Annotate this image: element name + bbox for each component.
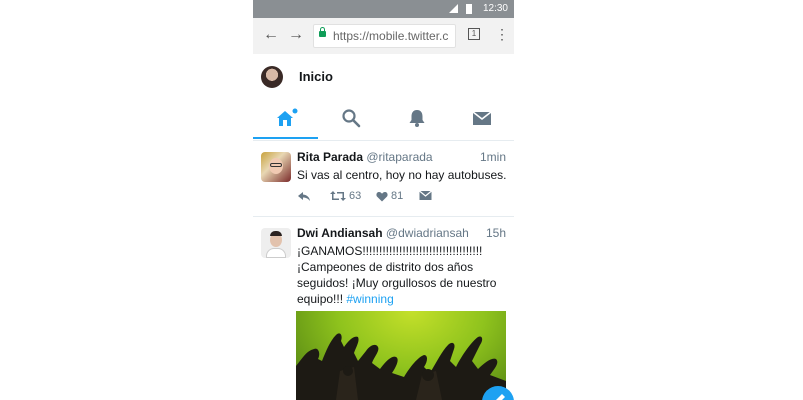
url-text[interactable]: https://mobile.twitter.c (333, 29, 453, 43)
like-count: 81 (391, 190, 404, 202)
tweet-photo[interactable] (296, 311, 506, 400)
lock-icon (319, 27, 326, 37)
retweet-count: 63 (349, 190, 362, 202)
hashtag-link[interactable]: #winning (346, 292, 393, 306)
reply-icon (298, 192, 310, 201)
tab-search[interactable] (318, 100, 383, 139)
search-icon (342, 109, 361, 128)
direct-message-button[interactable] (419, 190, 432, 201)
tweet-time: 15h (485, 226, 506, 240)
compose-icon (496, 394, 505, 400)
home-icon (277, 108, 298, 126)
tweet-avatar[interactable] (261, 152, 291, 182)
profile-avatar[interactable] (261, 66, 283, 88)
status-time: 12:30 (482, 3, 508, 14)
reply-button[interactable] (297, 190, 311, 202)
back-arrow-icon[interactable]: ← (263, 26, 279, 44)
tab-home[interactable] (253, 100, 318, 139)
tweet-text: Si vas al centro, hoy no hay autobuses. (297, 168, 507, 182)
tab-messages[interactable] (449, 100, 514, 139)
tab-switcher-button[interactable]: 1 (468, 28, 480, 40)
battery-icon (466, 4, 472, 14)
address-bar[interactable]: https://mobile.twitter.c (313, 24, 456, 48)
tweet-handle[interactable]: @dwiadriansah (386, 226, 469, 240)
status-bar: 12:30 (253, 0, 514, 18)
like-button[interactable]: 81 (376, 190, 403, 202)
tab-notifications[interactable] (383, 100, 448, 139)
mail-icon (472, 111, 492, 125)
browser-toolbar: ← → https://mobile.twitter.c 1 ⋮ (253, 18, 514, 54)
forward-arrow-icon[interactable]: → (288, 26, 304, 44)
retweet-button[interactable]: 63 (330, 190, 361, 202)
page-title: Inicio (299, 69, 333, 84)
bell-icon (409, 110, 425, 127)
tweet-author[interactable]: Dwi Andiansah @dwiadriansah (297, 226, 469, 240)
heart-icon (376, 191, 388, 201)
nav-tabs (253, 100, 514, 141)
tweet-text: ¡GANAMOS!!!!!!!!!!!!!!!!!!!!!!!!!!!!!!!!… (297, 244, 497, 306)
tweet-avatar[interactable] (261, 228, 291, 258)
more-menu-icon[interactable]: ⋮ (495, 26, 509, 42)
phone-screen: 12:30 ← → https://mobile.twitter.c 1 ⋮ I… (253, 0, 514, 400)
tweet-time: 1min (479, 150, 506, 164)
retweet-icon (330, 191, 346, 201)
compose-tweet-button[interactable] (482, 386, 514, 400)
signal-icon (449, 4, 458, 13)
tweet-handle[interactable]: @ritaparada (366, 150, 432, 164)
tweet-author[interactable]: Rita Parada @ritaparada (297, 150, 433, 164)
tweet-item[interactable]: Rita Parada @ritaparada 1min Si vas al c… (253, 150, 514, 217)
mail-icon (419, 190, 432, 200)
cheering-crowd-image (296, 333, 506, 400)
page-header: Inicio (253, 54, 514, 100)
